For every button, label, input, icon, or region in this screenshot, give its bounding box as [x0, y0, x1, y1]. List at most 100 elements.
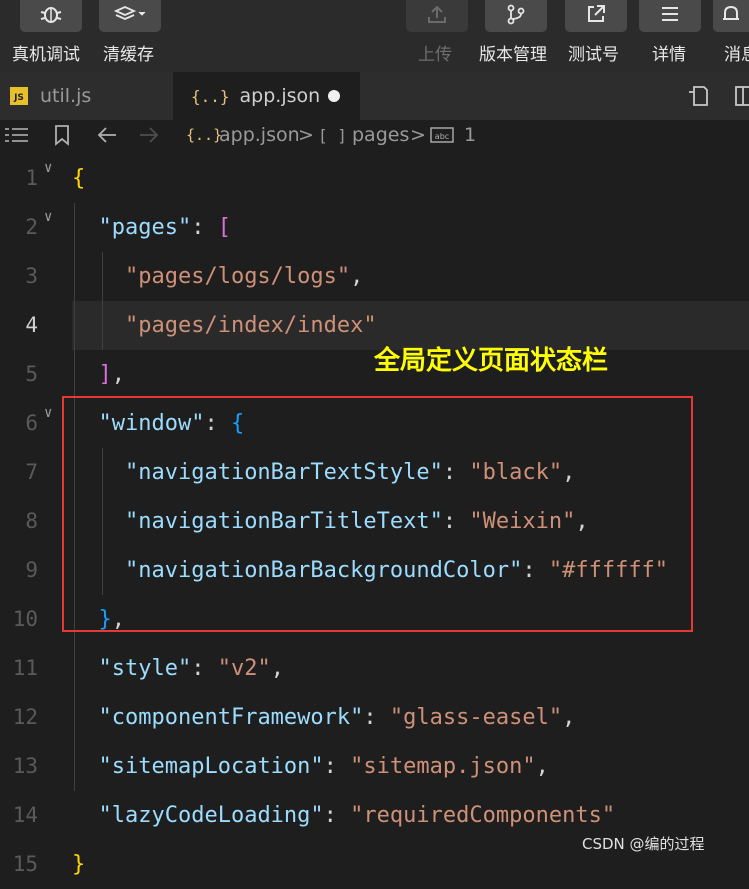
- code-token: ]: [98, 362, 112, 387]
- forward-arrow-icon[interactable]: [138, 123, 160, 152]
- branch-icon: [505, 3, 527, 29]
- code-token: "style": [98, 656, 192, 681]
- code-token: :: [191, 656, 218, 681]
- code-token: "sitemapLocation": [98, 754, 324, 779]
- code-token: "v2": [217, 656, 271, 681]
- copy-file-icon[interactable]: [686, 84, 710, 112]
- tab-label: util.js: [40, 85, 92, 107]
- highlight-box: [62, 396, 693, 632]
- code-line[interactable]: 2 ∨ "pages": [: [0, 203, 749, 252]
- version-management-button[interactable]: [485, 0, 547, 32]
- code-token: ,: [562, 705, 576, 730]
- line-number: 9: [25, 558, 38, 582]
- breadcrumb-path-pages[interactable]: pages: [352, 124, 409, 146]
- code-text: "style": "v2",: [72, 644, 284, 693]
- split-editor-icon[interactable]: [734, 84, 749, 112]
- tab-app-json[interactable]: {..} app.json: [173, 72, 360, 120]
- clear-cache-button[interactable]: [99, 0, 161, 32]
- line-number: 13: [12, 754, 38, 778]
- upload-label: 上传: [418, 45, 452, 65]
- fold-chevron-icon[interactable]: ∨: [44, 403, 52, 423]
- line-number: 6: [25, 411, 38, 435]
- json-file-icon: {..}: [186, 126, 223, 144]
- code-editor[interactable]: 1 ∨{2 ∨ "pages": [3 "pages/logs/logs", 4 "p…: [0, 154, 749, 877]
- back-arrow-icon[interactable]: [96, 123, 118, 152]
- svg-text:abc: abc: [435, 132, 449, 141]
- outline-list-icon[interactable]: [4, 123, 30, 152]
- code-text: "lazyCodeLoading": "requiredComponents": [72, 791, 616, 840]
- code-token: }: [72, 852, 86, 877]
- line-number: 7: [25, 460, 38, 484]
- code-token: "pages/logs/logs": [124, 264, 351, 289]
- code-text: "componentFramework": "glass-easel",: [72, 693, 576, 742]
- line-number: 12: [12, 705, 38, 729]
- code-text: "pages": [: [72, 203, 231, 252]
- code-token: :: [191, 215, 218, 240]
- bookmark-icon[interactable]: [54, 123, 70, 152]
- fold-chevron-icon[interactable]: ∨: [44, 158, 52, 178]
- line-number: 4: [25, 313, 38, 337]
- external-link-icon: [585, 3, 607, 29]
- unsaved-indicator-icon[interactable]: [328, 90, 340, 102]
- line-number: 5: [25, 362, 38, 386]
- layers-icon: [113, 4, 147, 28]
- test-account-button[interactable]: [565, 0, 627, 32]
- details-button[interactable]: [639, 0, 701, 32]
- line-number: 11: [12, 656, 38, 680]
- code-token: :: [363, 705, 390, 730]
- code-token: ,: [111, 362, 125, 387]
- line-number: 2: [25, 215, 38, 239]
- string-icon: abc: [430, 126, 454, 149]
- code-token: ,: [535, 754, 549, 779]
- array-icon: [ ]: [318, 126, 347, 145]
- line-number: 15: [12, 852, 38, 876]
- code-text: "pages/logs/logs",: [72, 252, 363, 301]
- code-token: "pages": [98, 215, 192, 240]
- line-number: 3: [25, 264, 38, 288]
- code-text: "sitemapLocation": "sitemap.json",: [72, 742, 549, 791]
- code-text: ],: [72, 350, 126, 399]
- bell-icon: [720, 3, 742, 29]
- code-token: "sitemap.json": [350, 754, 536, 779]
- js-file-icon: JS: [10, 87, 28, 105]
- json-file-icon: {..}: [191, 86, 230, 106]
- code-line[interactable]: 13 "sitemapLocation": "sitemap.json",: [0, 742, 749, 791]
- editor-tab-bar: JS util.js {..} app.json: [0, 72, 749, 120]
- breadcrumb-separator: >: [410, 124, 426, 146]
- breadcrumb: {..} app.json > [ ] pages > abc 1: [0, 120, 749, 156]
- annotation-text: 全局定义页面状态栏: [374, 346, 609, 376]
- code-token: "lazyCodeLoading": [98, 803, 324, 828]
- breadcrumb-file[interactable]: app.json: [219, 124, 300, 146]
- upload-button[interactable]: [406, 0, 468, 32]
- code-line[interactable]: 3 "pages/logs/logs",: [0, 252, 749, 301]
- breadcrumb-index[interactable]: 1: [464, 124, 476, 146]
- code-line[interactable]: 11 "style": "v2",: [0, 644, 749, 693]
- code-text: {: [72, 154, 85, 203]
- watermark: CSDN @编的过程: [582, 835, 705, 853]
- fold-chevron-icon[interactable]: ∨: [44, 207, 52, 227]
- code-token: :: [323, 803, 351, 828]
- details-label: 详情: [652, 45, 686, 65]
- menu-icon: [659, 4, 681, 28]
- real-device-debug-button[interactable]: [20, 0, 82, 32]
- real-device-debug-label: 真机调试: [12, 45, 80, 65]
- code-line[interactable]: 12 "componentFramework": "glass-easel",: [0, 693, 749, 742]
- bug-icon: [38, 3, 64, 29]
- test-account-label: 测试号: [568, 45, 619, 65]
- code-token: "glass-easel": [389, 705, 563, 730]
- code-line[interactable]: 1 ∨ {: [0, 154, 749, 203]
- line-number: 10: [12, 607, 38, 631]
- code-token: [: [217, 215, 231, 240]
- code-token: "pages/index/index": [124, 313, 377, 338]
- line-number: 14: [12, 803, 38, 827]
- messages-label: 消息: [724, 45, 749, 65]
- breadcrumb-separator: >: [298, 124, 314, 146]
- messages-button[interactable]: [713, 0, 749, 32]
- tab-util-js[interactable]: JS util.js: [0, 72, 172, 120]
